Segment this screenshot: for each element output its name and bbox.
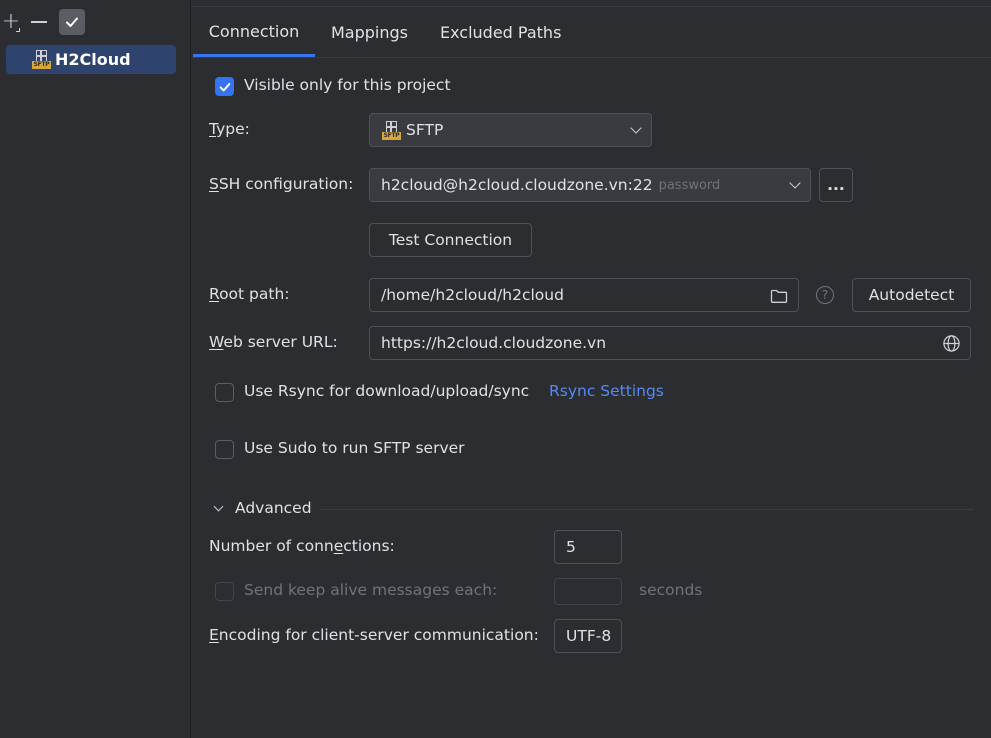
rsync-label: Use Rsync for download/upload/sync — [244, 382, 530, 400]
root-path-value: /home/h2cloud/h2cloud — [381, 286, 564, 304]
web-server-url-label: Web server URL: — [209, 333, 338, 351]
server-list-panel — [0, 0, 191, 738]
keep-alive-label: Send keep alive messages each: — [244, 581, 498, 599]
remove-server-button[interactable] — [28, 10, 50, 34]
connections-input[interactable]: 5 — [554, 530, 622, 564]
ssh-config-dropdown[interactable]: h2cloud@h2cloud.cloudzone.vn:22 password — [369, 168, 811, 202]
connections-value: 5 — [566, 538, 576, 556]
globe-icon[interactable] — [942, 334, 961, 353]
web-server-url-value: https://h2cloud.cloudzone.vn — [381, 334, 607, 352]
keep-alive-input[interactable] — [554, 578, 622, 605]
ssh-config-browse-button[interactable]: ... — [819, 168, 853, 202]
rsync-settings-link[interactable]: Rsync Settings — [549, 382, 664, 400]
ssh-config-value: h2cloud@h2cloud.cloudzone.vn:22 — [381, 176, 653, 194]
root-path-input[interactable]: /home/h2cloud/h2cloud — [369, 278, 799, 312]
connections-label: Number of connections: — [209, 537, 395, 555]
encoding-label: Encoding for client-server communication… — [209, 626, 539, 644]
web-server-url-input[interactable]: https://h2cloud.cloudzone.vn — [369, 326, 971, 360]
autodetect-label: Autodetect — [868, 286, 955, 304]
sudo-checkbox[interactable] — [215, 440, 234, 459]
advanced-section-title[interactable]: Advanced — [235, 499, 312, 517]
check-icon — [219, 82, 230, 91]
minus-icon — [31, 21, 47, 23]
encoding-value: UTF-8 — [566, 627, 612, 645]
sftp-icon: SFTP — [32, 50, 51, 69]
type-dropdown[interactable]: SFTP SFTP — [369, 113, 652, 147]
encoding-input[interactable]: UTF-8 — [554, 619, 622, 653]
test-connection-label: Test Connection — [388, 231, 513, 249]
tab-label: Excluded Paths — [440, 23, 562, 42]
keep-alive-unit: seconds — [639, 581, 703, 599]
dropdown-corner-icon — [16, 28, 20, 32]
keep-alive-checkbox[interactable] — [215, 582, 234, 601]
rsync-checkbox[interactable] — [215, 383, 234, 402]
tab-connection[interactable]: Connection — [193, 8, 315, 57]
type-value: SFTP — [406, 121, 444, 139]
ssh-config-label: SSH configuration: — [209, 175, 354, 193]
ellipsis-icon: ... — [827, 176, 845, 194]
tab-label: Mappings — [331, 23, 408, 42]
autodetect-button[interactable]: Autodetect — [852, 278, 971, 312]
ssh-auth-hint: password — [658, 177, 721, 193]
add-server-button[interactable]: + — [0, 10, 22, 34]
advanced-separator — [320, 509, 974, 510]
check-icon — [66, 17, 78, 27]
visible-only-label: Visible only for this project — [244, 76, 451, 94]
type-label: Type: — [209, 120, 250, 138]
server-item-h2cloud[interactable]: SFTP H2Cloud — [6, 45, 176, 74]
sftp-icon: SFTP — [382, 121, 401, 140]
sudo-label: Use Sudo to run SFTP server — [244, 439, 465, 457]
test-connection-button[interactable]: Test Connection — [369, 223, 532, 257]
help-icon[interactable]: ? — [816, 286, 834, 304]
tab-excluded-paths[interactable]: Excluded Paths — [440, 8, 561, 57]
root-path-label: Root path: — [209, 285, 290, 303]
apply-button[interactable] — [59, 9, 85, 35]
server-item-label: H2Cloud — [55, 50, 131, 69]
tab-label: Connection — [208, 21, 300, 41]
folder-icon[interactable] — [770, 288, 788, 304]
tab-mappings[interactable]: Mappings — [331, 8, 408, 57]
chevron-down-icon — [630, 122, 642, 134]
chevron-down-icon — [789, 177, 801, 189]
visible-only-checkbox[interactable] — [215, 77, 234, 96]
chevron-down-icon[interactable] — [213, 501, 224, 512]
